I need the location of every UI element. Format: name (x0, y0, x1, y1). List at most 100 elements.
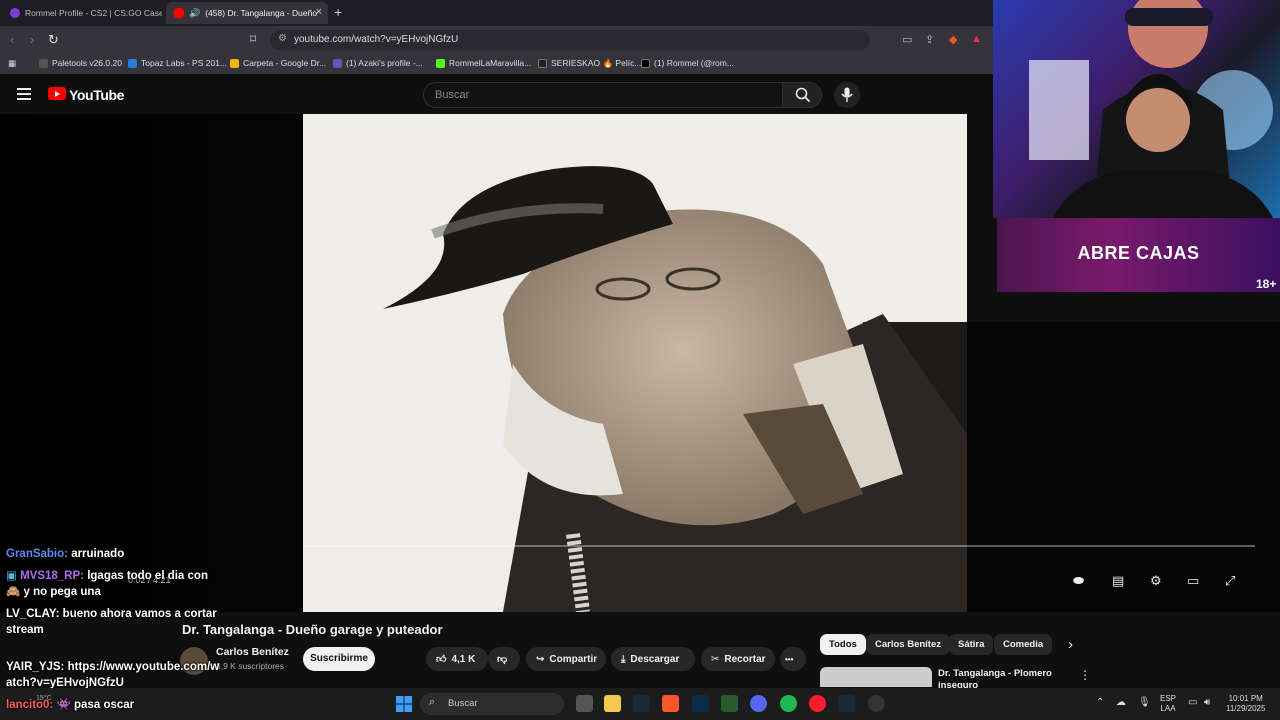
photoshop-icon[interactable] (692, 695, 709, 712)
youtube-logo-icon[interactable] (48, 87, 66, 100)
url-field[interactable]: ⚙ youtube.com/watch?v=yEHvojNGfzU (270, 30, 870, 50)
bookmark-favicon-icon (333, 58, 342, 68)
dislike-button[interactable]: 👎︎ (488, 647, 520, 671)
scissors-icon: ✂ (711, 653, 720, 665)
apps-grid-icon[interactable]: ▦ (8, 58, 16, 69)
more-actions-button[interactable]: ••• (780, 647, 806, 671)
clock-date: 11/29/2025 (1226, 704, 1266, 713)
file-explorer-icon[interactable] (604, 695, 621, 712)
bookmarks-bar: ▦ Paletools v26.0.20 Topaz Labs - PS 201… (0, 54, 993, 74)
subtitles-icon[interactable]: ▤ (1112, 573, 1124, 589)
brave-browser-icon[interactable] (662, 695, 679, 712)
video-progress-bar[interactable] (303, 545, 1255, 547)
recommended-more-icon[interactable]: ⋮ (1079, 668, 1091, 682)
task-view-icon[interactable] (576, 695, 593, 712)
tray-overflow-icon[interactable]: ⌃ (1096, 698, 1104, 708)
new-tab-button[interactable]: + (334, 4, 342, 20)
keyboard-layout: LAA (1160, 704, 1176, 713)
like-button[interactable]: 👍︎ 4,1 K (426, 647, 488, 671)
recommended-thumbnail[interactable] (820, 667, 932, 687)
reload-icon[interactable]: ↻ (48, 32, 59, 48)
discord-icon[interactable] (750, 695, 767, 712)
bookmark-label: Carpeta - Google Dr... (243, 58, 327, 68)
bookmark-item[interactable]: RommelLaMaravilla... (436, 58, 531, 68)
steam-icon[interactable] (633, 695, 650, 712)
video-title: Dr. Tangalanga - Dueño garage y puteador (182, 622, 443, 637)
bookmark-item[interactable]: Carpeta - Google Dr... (230, 58, 326, 68)
opera-icon[interactable] (809, 695, 826, 712)
video-frame[interactable] (303, 114, 967, 612)
settings-gear-icon[interactable]: ⚙ (1150, 573, 1162, 589)
clock[interactable]: 10:01 PM 11/29/2025 (1226, 694, 1265, 714)
kick-icon (436, 58, 445, 68)
bookmark-label: RommelLaMaravilla... (449, 58, 532, 68)
chat-text: stream (6, 624, 44, 636)
fullscreen-icon[interactable]: ⤢ (1225, 573, 1235, 589)
chip-satira[interactable]: Sátira (949, 634, 994, 655)
banner-text: ABRE CAJAS (1077, 243, 1200, 263)
taskbar-search[interactable]: ⌕ Buscar (420, 693, 564, 715)
windows-taskbar: 15°C ⌕ Buscar ⌃ ☁ 🎙︎ ESP LAA ▭ 🔊︎ 10:01 … (0, 688, 1280, 720)
search-input[interactable]: Buscar (423, 82, 783, 108)
bookmark-favicon-icon (128, 58, 137, 68)
brave-shield-icon[interactable]: ◆ (949, 33, 957, 46)
chip-comedia[interactable]: Comedia (994, 634, 1053, 655)
tab-label: (458) Dr. Tangalanga - Dueño (205, 8, 318, 18)
forward-icon[interactable]: › (30, 32, 34, 47)
language-indicator[interactable]: ESP LAA (1160, 694, 1176, 714)
menu-icon[interactable] (17, 88, 31, 100)
bookmark-label: Topaz Labs - PS 201... (141, 58, 227, 68)
steam-icon[interactable] (838, 695, 855, 712)
cast-icon[interactable]: ▭ (902, 33, 912, 46)
youtube-header: YouTube Buscar (0, 76, 993, 114)
voice-search-button[interactable] (834, 82, 860, 108)
download-label: Descargar (630, 653, 680, 665)
bookmark-page-icon[interactable]: ⌑ (250, 32, 256, 46)
autoplay-toggle-icon[interactable]: ⬬ (1073, 573, 1084, 589)
clip-button[interactable]: ✂ Recortar (701, 647, 775, 671)
google-drive-icon (230, 58, 239, 68)
app-icon[interactable] (721, 695, 738, 712)
back-icon[interactable]: ‹ (10, 32, 14, 47)
network-icon[interactable]: ▭ (1188, 698, 1197, 708)
chip-todos[interactable]: Todos (820, 634, 866, 655)
tab-rommel-profile[interactable]: Rommel Profile - CS2 | CS:GO Case O (2, 2, 162, 24)
brave-rewards-icon[interactable]: ▲ (971, 33, 982, 45)
video-letterbox-left (0, 114, 303, 612)
youtube-logo-text[interactable]: YouTube (69, 87, 124, 103)
chat-username: lancito0: (6, 699, 54, 711)
bookmark-item[interactable]: Paletools v26.0.20 (39, 58, 122, 68)
chat-message: lancito0: 👾 pasa oscar (6, 697, 134, 713)
microphone-icon[interactable]: 🎙︎ (1138, 698, 1151, 708)
chat-text: lgagas todo el dia con (87, 570, 208, 582)
download-icon: ⤓ (621, 653, 626, 665)
share-arrow-icon: ↪ (536, 653, 545, 665)
share-icon[interactable]: ⇪ (925, 33, 934, 46)
volume-icon[interactable]: 🔊︎ (1204, 698, 1210, 708)
chips-next-icon[interactable]: › (1068, 636, 1073, 653)
chip-carlos-benitez[interactable]: Carlos Benítez (866, 634, 950, 655)
tab-youtube-video[interactable]: 🔊 (458) Dr. Tangalanga - Dueño × (166, 2, 328, 24)
webcam-overlay (993, 0, 1280, 218)
subscriber-count: 3,9 K suscriptores (216, 661, 285, 671)
onedrive-icon[interactable]: ☁ (1116, 698, 1126, 708)
url-text: youtube.com/watch?v=yEHvojNGfzU (294, 34, 459, 45)
channel-name[interactable]: Carlos Benítez (216, 646, 289, 658)
theater-mode-icon[interactable]: ▭ (1187, 573, 1199, 589)
windows-start-icon[interactable] (396, 696, 412, 712)
language-code: ESP (1160, 694, 1177, 703)
bookmark-item[interactable]: SERIESKAO 🔥 Pelíc... (538, 58, 641, 69)
close-tab-icon[interactable]: × (316, 6, 322, 18)
obs-icon[interactable] (868, 695, 885, 712)
search-button[interactable] (782, 82, 822, 108)
recommended-title[interactable]: Dr. Tangalanga - Plomero inseguro (938, 668, 1052, 688)
subscribe-button[interactable]: Suscribirme (303, 647, 375, 671)
bookmark-item[interactable]: (1) Rommel (@rom... (641, 58, 734, 68)
bookmark-item[interactable]: (1) Azaki's profile -... (333, 58, 423, 68)
bookmark-item[interactable]: Topaz Labs - PS 201... (128, 58, 227, 68)
site-settings-icon[interactable]: ⚙ (278, 33, 287, 44)
chat-message: LV_CLAY: bueno ahora vamos a cortar stre… (6, 606, 217, 638)
spotify-icon[interactable] (780, 695, 797, 712)
share-button[interactable]: ↪ Compartir (526, 647, 606, 671)
download-button[interactable]: ⤓ Descargar (611, 647, 695, 671)
